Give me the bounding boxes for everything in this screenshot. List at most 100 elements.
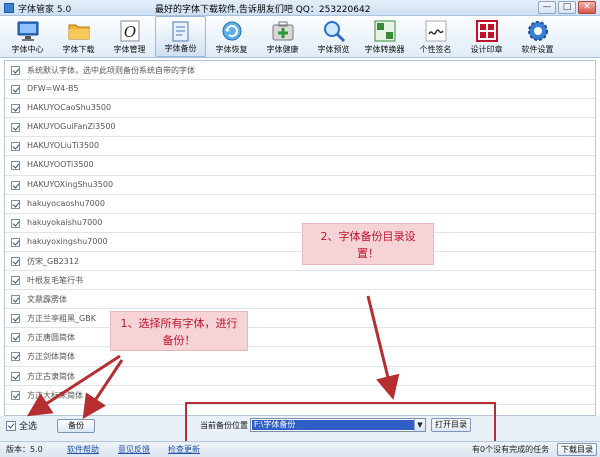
- backup-button[interactable]: 备份: [57, 419, 95, 433]
- font-row[interactable]: HAKUYOXingShu3500: [5, 176, 595, 195]
- font-name: 叶根友毛笔行书: [27, 276, 83, 286]
- tool-label: 字体预览: [317, 45, 350, 54]
- slogan-text: 最好的字体下载软件,告诉朋友们吧 QQ：253220642: [155, 5, 371, 15]
- font-row[interactable]: 方正古隶简体: [5, 367, 595, 386]
- font-checkbox[interactable]: [11, 295, 20, 305]
- tool-label: 设计印章: [470, 45, 503, 54]
- font-name: hakuyokaishu7000: [27, 217, 103, 227]
- version-label: 版本：5.0: [6, 445, 43, 454]
- select-all-checkbox[interactable]: 全选: [6, 419, 37, 432]
- font-checkbox[interactable]: [11, 371, 20, 381]
- font-row[interactable]: 方正兰亭粗黑_GBK: [5, 309, 595, 329]
- tool-label: 软件设置: [521, 45, 554, 54]
- download-dir-button[interactable]: 下载目录: [557, 443, 597, 456]
- font-checkbox[interactable]: [11, 180, 20, 190]
- maximize-button[interactable]: □: [558, 1, 576, 14]
- tool-label: 个性签名: [419, 45, 452, 54]
- tool-font-download[interactable]: 字体下载: [53, 16, 104, 57]
- dropdown-arrow-icon[interactable]: ▼: [414, 419, 425, 431]
- font-name: 方正大标宋简体: [27, 390, 83, 400]
- tool-seal-design[interactable]: 设计印章: [461, 16, 512, 57]
- font-name: HAKUYOLiuTi3500: [27, 141, 100, 151]
- font-checkbox[interactable]: [11, 199, 20, 209]
- health-icon: [272, 21, 293, 41]
- font-name: DFW=W4-B5: [27, 84, 79, 94]
- font-checkbox[interactable]: [11, 123, 20, 133]
- seal-icon: [475, 20, 498, 42]
- window-title: 字体管家 5.0: [18, 5, 72, 15]
- font-row[interactable]: DFW=W4-B5: [5, 80, 595, 100]
- check-update-link[interactable]: 检查更新: [168, 444, 200, 455]
- font-row[interactable]: hakuyokaishu7000: [5, 214, 595, 233]
- restore-icon: [222, 21, 241, 41]
- title-bar: 字体管家 5.0 最好的字体下载软件,告诉朋友们吧 QQ：253220642 —…: [0, 0, 600, 16]
- font-row[interactable]: HAKUYOLiuTi3500: [5, 137, 595, 157]
- tool-label: 字体转换器: [364, 45, 405, 54]
- tool-font-center[interactable]: 字体中心: [2, 16, 53, 57]
- close-button[interactable]: ✕: [578, 1, 596, 14]
- feedback-link[interactable]: 意见反馈: [118, 444, 150, 455]
- magnifier-icon: [323, 21, 345, 43]
- font-checkbox[interactable]: [11, 142, 20, 152]
- font-checkbox[interactable]: [11, 66, 20, 75]
- tool-label: 字体健康: [266, 45, 299, 54]
- font-checkbox[interactable]: [11, 85, 20, 95]
- font-name: 方正剑体简体: [27, 352, 75, 362]
- font-name: hakuyocaoshu7000: [27, 198, 105, 208]
- backup-location-label: 当前备份位置: [200, 421, 248, 430]
- font-name: HAKUYOOTi3500: [27, 160, 94, 170]
- font-name: 文鼎霹雳体: [27, 295, 67, 305]
- step2-callout: 2、字体备份目录设置！: [302, 223, 434, 265]
- tool-label: 字体恢复: [215, 45, 248, 54]
- font-checkbox[interactable]: [11, 333, 20, 343]
- select-all-label: 全选: [19, 422, 38, 432]
- font-row[interactable]: 文鼎霹雳体: [5, 290, 595, 310]
- minimize-button[interactable]: —: [538, 1, 556, 14]
- font-name: HAKUYOCaoShu3500: [27, 103, 112, 113]
- font-checkbox[interactable]: [11, 104, 20, 114]
- font-name: 方正古隶简体: [27, 371, 75, 381]
- tool-font-preview[interactable]: 字体预览: [308, 16, 359, 57]
- font-name: 系统默认字体，选中此项则备份系统自带的字体: [27, 66, 195, 75]
- tool-font-health[interactable]: 字体健康: [257, 16, 308, 57]
- folder-icon: [68, 24, 89, 40]
- font-name: HAKUYOXingShu3500: [27, 179, 114, 189]
- font-name: 方正兰亭粗黑_GBK: [27, 314, 96, 324]
- font-row[interactable]: HAKUYOCaoShu3500: [5, 99, 595, 119]
- font-name: HAKUYOGuiFanZi3500: [27, 122, 116, 132]
- font-row[interactable]: HAKUYOOTi3500: [5, 156, 595, 176]
- help-link[interactable]: 软件帮助: [67, 444, 99, 455]
- backup-location-select[interactable]: F:\字体备份 ▼: [250, 418, 426, 432]
- tool-font-restore[interactable]: 字体恢复: [206, 16, 257, 57]
- tool-font-manage[interactable]: O 字体管理: [104, 16, 155, 57]
- font-row[interactable]: 仿宋_GB2312: [5, 252, 595, 272]
- tool-font-backup[interactable]: 字体备份: [155, 16, 206, 57]
- tool-label: 字体管理: [113, 45, 146, 54]
- font-checkbox[interactable]: [11, 256, 20, 266]
- font-row[interactable]: hakuyoxingshu7000: [5, 233, 595, 252]
- font-row[interactable]: hakuyocaoshu7000: [5, 195, 595, 214]
- font-row[interactable]: 方正剑体简体: [5, 347, 595, 367]
- tool-settings[interactable]: 软件设置: [512, 16, 563, 57]
- tool-font-converter[interactable]: 字体转换器: [359, 16, 410, 57]
- svg-text:O: O: [123, 23, 135, 41]
- status-bar: 版本：5.0 软件帮助 意见反馈 检查更新 有0个没有完成的任务 下载目录: [0, 441, 600, 457]
- font-row[interactable]: HAKUYOGuiFanZi3500: [5, 118, 595, 138]
- select-all-box[interactable]: [6, 420, 16, 431]
- task-status: 有0个没有完成的任务: [472, 445, 550, 454]
- font-checkbox[interactable]: [11, 237, 20, 247]
- tool-signature[interactable]: 个性签名: [410, 16, 461, 57]
- font-checkbox[interactable]: [11, 352, 20, 362]
- font-checkbox[interactable]: [11, 390, 20, 400]
- font-name: 仿宋_GB2312: [27, 256, 80, 266]
- font-checkbox[interactable]: [11, 314, 20, 324]
- open-directory-button[interactable]: 打开目录: [431, 418, 471, 432]
- font-checkbox[interactable]: [11, 161, 20, 171]
- gear-icon: [527, 21, 548, 41]
- font-row[interactable]: 系统默认字体，选中此项则备份系统自带的字体: [5, 61, 595, 81]
- font-row[interactable]: 叶根友毛笔行书: [5, 271, 595, 291]
- font-row[interactable]: 方正唐圆简体: [5, 328, 595, 348]
- font-checkbox[interactable]: [11, 218, 20, 228]
- font-checkbox[interactable]: [11, 276, 20, 286]
- step1-callout: 1、选择所有字体，进行备份！: [110, 311, 248, 351]
